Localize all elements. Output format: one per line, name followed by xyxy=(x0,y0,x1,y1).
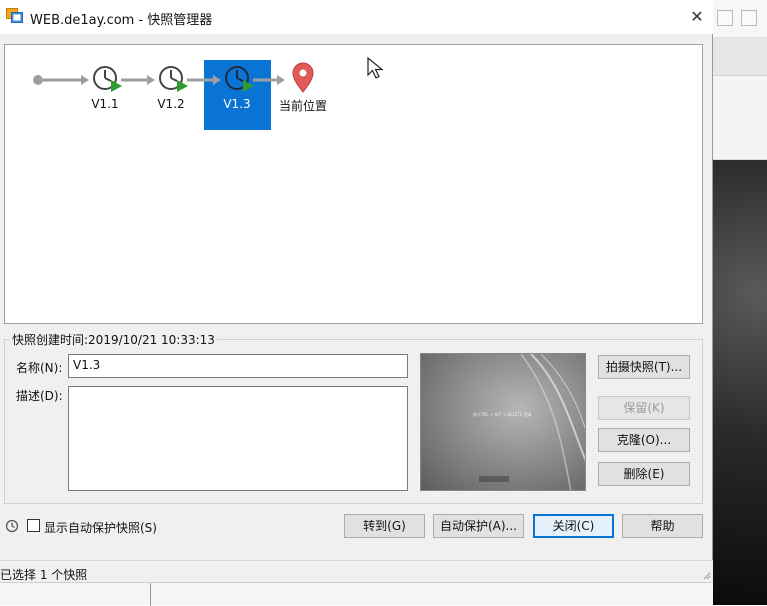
mouse-cursor-icon xyxy=(367,56,384,79)
thumbnail-windows-logo xyxy=(479,476,509,482)
connector-arrow-icon xyxy=(43,75,89,85)
thumbnail-login-text: 按 CTRL + ALT + DELETE 登录 xyxy=(473,412,532,417)
snapshot-clock-icon xyxy=(159,66,188,92)
thumbnail-swirl-icon xyxy=(520,354,585,490)
background-app-topbar xyxy=(713,0,767,38)
background-restore-icon xyxy=(717,10,733,26)
take-snapshot-button[interactable]: 拍摄快照(T)... xyxy=(598,355,690,379)
connector-arrow-icon xyxy=(187,75,221,85)
clone-button[interactable]: 克隆(O)... xyxy=(598,428,690,452)
background-vm-screen xyxy=(713,160,767,605)
name-input[interactable]: V1.3 xyxy=(68,354,408,378)
window-title: WEB.de1ay.com - 快照管理器 xyxy=(30,13,213,28)
background-app-window xyxy=(713,0,767,605)
help-button[interactable]: 帮助 xyxy=(622,514,703,538)
snapshot-created-time: 快照创建时间:2019/10/21 10:33:13 xyxy=(10,331,217,348)
status-text: 已选择 1 个快照 xyxy=(0,568,88,582)
history-icon xyxy=(5,519,19,533)
background-panel xyxy=(713,76,767,160)
snapshot-node-v1-3[interactable]: V1.3 xyxy=(207,97,267,111)
keep-button[interactable]: 保留(K) xyxy=(598,396,690,420)
snapshot-node-v1-2[interactable]: V1.2 xyxy=(141,97,201,111)
status-bar: 已选择 1 个快照 xyxy=(0,560,713,582)
close-button[interactable]: 关闭(C) xyxy=(533,514,614,538)
snapshot-tree-panel[interactable]: V1.1 V1.2 V1.3 当前位置 xyxy=(4,44,703,324)
background-maximize-icon xyxy=(741,10,757,26)
name-label: 名称(N): xyxy=(16,361,63,375)
snapshot-clock-icon xyxy=(93,66,122,92)
resize-grip-icon[interactable] xyxy=(701,570,711,580)
goto-button[interactable]: 转到(G) xyxy=(344,514,425,538)
background-divider xyxy=(150,583,151,606)
background-band xyxy=(713,38,767,76)
description-label: 描述(D): xyxy=(16,389,63,403)
title-bar: WEB.de1ay.com - 快照管理器 ✕ xyxy=(0,0,713,34)
delete-button[interactable]: 删除(E) xyxy=(598,462,690,486)
description-input[interactable] xyxy=(68,386,408,491)
snapshot-thumbnail: 按 CTRL + ALT + DELETE 登录 xyxy=(420,353,586,491)
snapshot-clock-icon xyxy=(225,66,254,92)
show-autoprotect-label[interactable]: 显示自动保护快照(S) xyxy=(44,519,157,536)
snapshot-manager-dialog: WEB.de1ay.com - 快照管理器 ✕ V1.1 V1.2 V1.3 当… xyxy=(0,0,713,582)
vmware-app-icon xyxy=(6,8,23,23)
current-location-node[interactable]: 当前位置 xyxy=(273,97,333,114)
connector-arrow-icon xyxy=(253,75,285,85)
show-autoprotect-checkbox[interactable] xyxy=(27,519,40,532)
connector-arrow-icon xyxy=(121,75,155,85)
background-bottom-strip xyxy=(0,582,713,606)
close-window-icon[interactable]: ✕ xyxy=(684,6,710,28)
root-dot-icon xyxy=(33,75,43,85)
snapshot-tree-graph xyxy=(33,62,314,93)
location-pin-icon xyxy=(292,62,314,93)
autoprotect-button[interactable]: 自动保护(A)... xyxy=(433,514,524,538)
snapshot-node-v1-1[interactable]: V1.1 xyxy=(75,97,135,111)
